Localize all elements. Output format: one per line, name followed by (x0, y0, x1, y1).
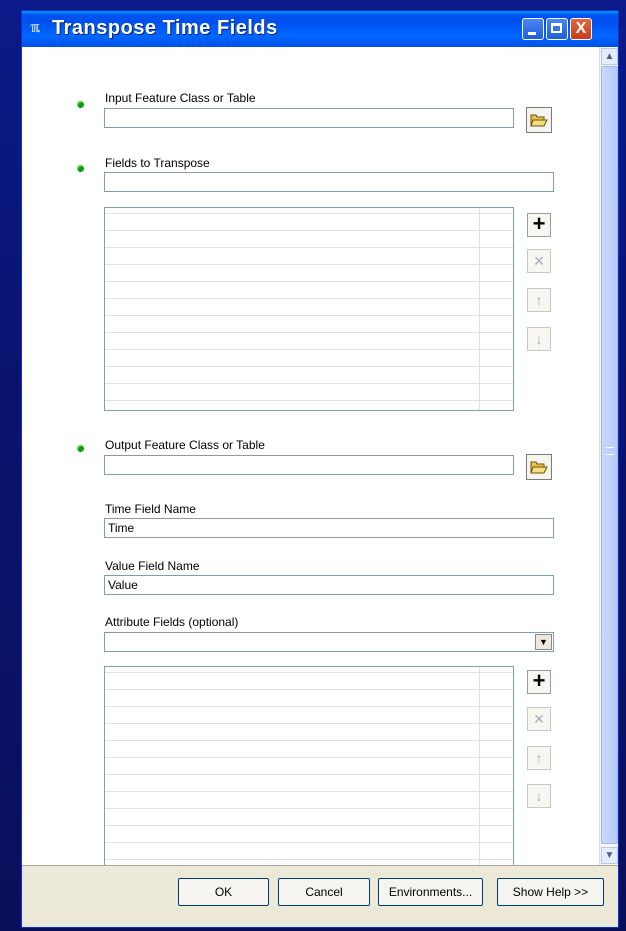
add-attribute-button[interactable]: + (527, 670, 551, 694)
time-field-label: Time Field Name (105, 502, 196, 516)
scroll-thumb[interactable] (601, 66, 618, 844)
folder-open-icon (530, 461, 548, 474)
remove-field-button[interactable]: × (527, 249, 551, 273)
required-bullet-icon (77, 445, 84, 452)
fields-to-transpose-label: Fields to Transpose (105, 156, 210, 170)
folder-open-icon (530, 114, 548, 127)
output-browse-button[interactable] (526, 454, 552, 480)
environments-button[interactable]: Environments... (378, 878, 483, 906)
fields-list[interactable] (104, 207, 514, 411)
move-down-button[interactable]: ↓ (527, 327, 551, 351)
attribute-move-up-button[interactable]: ↑ (527, 746, 551, 770)
maximize-icon (551, 23, 562, 33)
input-browse-button[interactable] (526, 107, 552, 133)
ok-button[interactable]: OK (178, 878, 269, 906)
attribute-move-down-button[interactable]: ↓ (527, 784, 551, 808)
time-field-input[interactable]: Time (104, 518, 554, 538)
maximize-button[interactable] (546, 18, 568, 40)
attribute-fields-label: Attribute Fields (optional) (105, 615, 239, 629)
scroll-down-icon[interactable]: ▼ (601, 847, 618, 864)
scroll-up-icon[interactable]: ▲ (601, 48, 618, 65)
fields-to-transpose-field[interactable] (104, 172, 554, 192)
required-bullet-icon (77, 165, 84, 172)
grip-icon (606, 447, 614, 455)
title-bar[interactable]: ℼ Transpose Time Fields X (22, 11, 618, 47)
chevron-down-icon[interactable]: ▼ (535, 634, 552, 650)
vertical-scrollbar[interactable]: ▲ ▼ (599, 47, 618, 865)
move-up-button[interactable]: ↑ (527, 288, 551, 312)
add-field-button[interactable]: + (527, 213, 551, 237)
input-feature-field[interactable] (104, 108, 514, 128)
attribute-fields-combo[interactable]: ▼ (104, 632, 554, 652)
form-panel: Input Feature Class or Table Fields to T… (22, 47, 599, 865)
required-bullet-icon (77, 101, 84, 108)
input-feature-label: Input Feature Class or Table (105, 91, 256, 105)
output-feature-field[interactable] (104, 455, 514, 475)
value-field-input[interactable]: Value (104, 575, 554, 595)
output-feature-label: Output Feature Class or Table (105, 438, 265, 452)
remove-attribute-button[interactable]: × (527, 707, 551, 731)
tool-icon: ℼ (30, 19, 40, 35)
close-button[interactable]: X (570, 18, 592, 40)
minimize-button[interactable] (522, 18, 544, 40)
cancel-button[interactable]: Cancel (278, 878, 370, 906)
show-help-button[interactable]: Show Help >> (497, 878, 604, 906)
value-field-label: Value Field Name (105, 559, 200, 573)
button-bar: OK Cancel Environments... Show Help >> (22, 865, 618, 927)
dialog-window: ℼ Transpose Time Fields X Input Feature … (21, 10, 619, 928)
attribute-fields-list[interactable] (104, 666, 514, 865)
close-icon: X (575, 20, 587, 37)
minimize-icon (528, 32, 536, 35)
window-title: Transpose Time Fields (52, 17, 278, 39)
